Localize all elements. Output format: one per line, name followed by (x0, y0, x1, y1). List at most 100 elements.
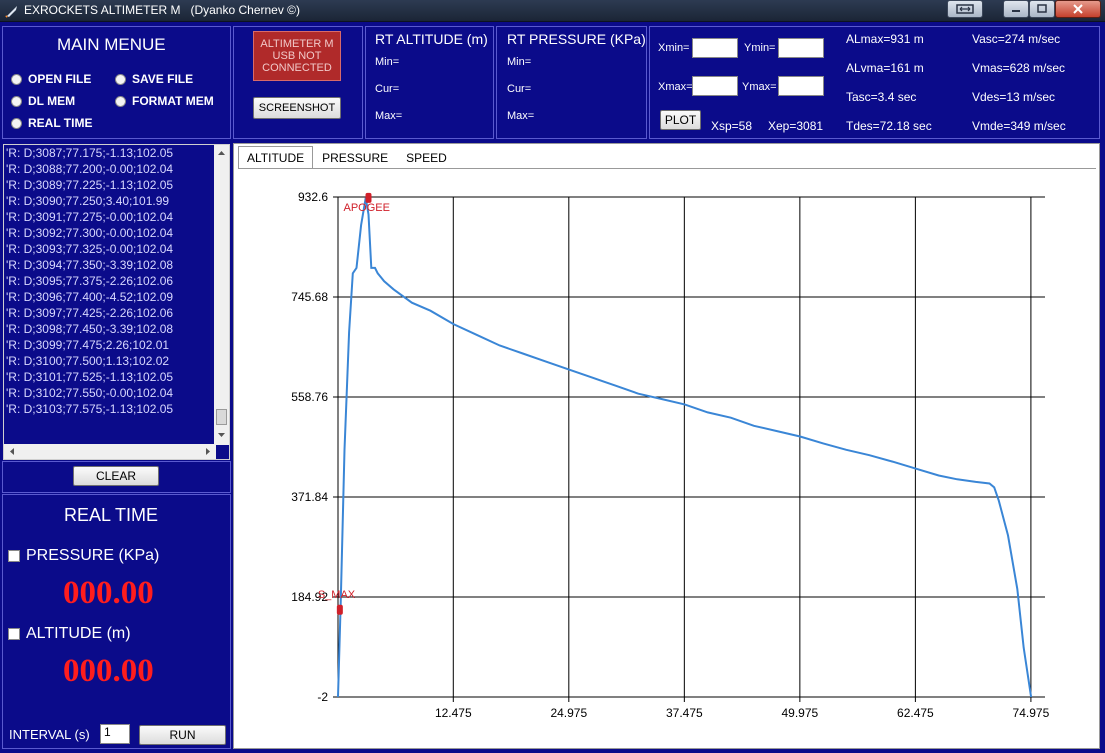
rt-altitude-min: Min= (375, 56, 400, 68)
tdes-value: Tdes=72.18 sec (846, 119, 932, 133)
save-file-radio[interactable]: SAVE FILE (115, 72, 193, 86)
log-line: 'R: D;3097;77.425;-2.26;102.06 (6, 306, 174, 320)
resize-button[interactable] (947, 0, 983, 18)
plot-button[interactable]: PLOT (660, 110, 701, 130)
y-tick-label: 932.6 (298, 190, 328, 204)
format-mem-radio[interactable]: FORMAT MEM (115, 94, 214, 108)
open-file-radio[interactable]: OPEN FILE (11, 72, 91, 86)
altitude-value: 000.00 (63, 653, 154, 689)
altitude-label: ALTITUDE (m) (26, 625, 131, 642)
log-vertical-scrollbar[interactable] (214, 145, 229, 445)
xmin-input[interactable] (692, 38, 738, 58)
scroll-down-icon (218, 433, 225, 437)
clear-panel: CLEAR (2, 461, 231, 493)
rt-pressure-title: RT PRESSURE (KPa) (507, 31, 646, 47)
xmax-label: Xmax= (658, 81, 693, 93)
run-button[interactable]: RUN (139, 725, 226, 745)
rt-pressure-max: Max= (507, 110, 535, 122)
screenshot-button[interactable]: SCREENSHOT (253, 97, 341, 119)
plot-controls-panel: Xmin= Ymin= Xmax= Ymax= PLOT Xsp=58 Xep=… (649, 26, 1100, 139)
vasc-value: Vasc=274 m/sec (972, 32, 1061, 46)
ymax-label: Ymax= (742, 81, 777, 93)
log-horizontal-scrollbar[interactable] (4, 444, 216, 459)
title-bar: EXROCKETS ALTIMETER M (Dyanko Chernev ©) (0, 0, 1105, 22)
x-tick-label: 49.975 (782, 706, 819, 720)
rt-altitude-max: Max= (375, 110, 403, 122)
rt-altitude-panel: RT ALTITUDE (m) Min= Cur= Max= (365, 26, 494, 139)
vmde-value: Vmde=349 m/sec (972, 119, 1066, 133)
log-list[interactable]: 'R: D;3087;77.175;-1.13;102.05 'R: D;3088… (3, 144, 230, 460)
maximize-button[interactable] (1029, 0, 1055, 18)
rocket-icon (5, 6, 17, 18)
log-line: 'R: D;3099;77.475;2.26;102.01 (6, 338, 170, 352)
real-time-title: REAL TIME (64, 505, 159, 525)
main-menu-title: MAIN MENUE (57, 35, 166, 54)
main-menu-panel: MAIN MENUE OPEN FILE SAVE FILE DL MEM FO… (2, 26, 231, 139)
x-tick-label: 12.475 (435, 706, 472, 720)
y-tick-label: 745.68 (291, 290, 328, 304)
rt-altitude-title: RT ALTITUDE (m) (375, 31, 488, 47)
scroll-right-icon (206, 448, 210, 455)
alvma-value: ALvma=161 m (846, 61, 924, 75)
real-time-radio[interactable]: REAL TIME (11, 116, 92, 130)
log-line: 'R: D;3093;77.325;-0.00;102.04 (6, 242, 174, 256)
window-title: EXROCKETS ALTIMETER M (Dyanko Chernev ©) (24, 3, 301, 17)
xmax-input[interactable] (692, 76, 738, 96)
save-file-label: SAVE FILE (132, 72, 194, 86)
rt-altitude-cur: Cur= (375, 83, 400, 95)
radio-dot (11, 117, 22, 129)
log-line: 'R: D;3094;77.350;-3.39;102.08 (6, 258, 174, 272)
y-tick-label: 558.76 (291, 390, 328, 404)
rt-pressure-panel: RT PRESSURE (KPa) Min= Cur= Max= (496, 26, 647, 139)
log-line: 'R: D;3089;77.225;-1.13;102.05 (6, 178, 174, 192)
real-time-panel: REAL TIME PRESSURE (KPa) 000.00 ALTITUDE… (2, 494, 231, 749)
connection-panel: ALTIMETER M USB NOT CONNECTED SCREENSHOT (233, 26, 363, 139)
log-line: 'R: D;3088;77.200;-0.00;102.04 (6, 162, 174, 176)
almax-value: ALmax=931 m (846, 32, 924, 46)
minimize-button[interactable] (1003, 0, 1029, 18)
scroll-left-icon (10, 448, 14, 455)
annotation-label: S_MAX (318, 589, 356, 601)
x-tick-label: 24.975 (550, 706, 587, 720)
log-line: 'R: D;3098;77.450;-3.39;102.08 (6, 322, 174, 336)
pressure-checkbox[interactable] (8, 550, 20, 562)
ymax-input[interactable] (778, 76, 824, 96)
x-tick-label: 62.475 (897, 706, 934, 720)
xmin-label: Xmin= (658, 42, 690, 54)
interval-input[interactable]: 1 (100, 724, 130, 744)
maximize-icon (1037, 4, 1047, 13)
y-tick-label: -2 (317, 690, 328, 704)
log-line: 'R: D;3090;77.250;3.40;101.99 (6, 194, 170, 208)
format-mem-label: FORMAT MEM (132, 94, 214, 108)
ymin-label: Ymin= (744, 42, 776, 54)
log-line: 'R: D;3103;77.575;-1.13;102.05 (6, 402, 174, 416)
connection-status: ALTIMETER M USB NOT CONNECTED (253, 31, 341, 81)
open-file-label: OPEN FILE (28, 72, 92, 86)
tasc-value: Tasc=3.4 sec (846, 90, 917, 104)
pressure-label: PRESSURE (KPa) (26, 547, 160, 564)
dl-mem-label: DL MEM (28, 94, 76, 108)
radio-dot (11, 73, 22, 85)
rt-pressure-cur: Cur= (507, 83, 532, 95)
altitude-checkbox[interactable] (8, 628, 20, 640)
rt-pressure-min: Min= (507, 56, 532, 68)
x-tick-label: 74.975 (1013, 706, 1050, 720)
ymin-input[interactable] (778, 38, 824, 58)
clear-button[interactable]: CLEAR (73, 466, 159, 486)
annotation-marker (336, 604, 343, 615)
radio-dot (115, 95, 126, 107)
chart-panel: ALTITUDE PRESSURE SPEED -2 184.92 371.84 55… (233, 143, 1100, 749)
annotation-label: APOGEE (343, 202, 389, 214)
xsp-value: Xsp=58 (711, 119, 753, 133)
scroll-thumb[interactable] (216, 409, 227, 425)
log-line: 'R: D;3095;77.375;-2.26;102.06 (6, 274, 174, 288)
y-tick-label: 371.84 (291, 490, 328, 504)
minimize-icon (1012, 10, 1020, 12)
log-line: 'R: D;3102;77.550;-0.00;102.04 (6, 386, 174, 400)
log-line: 'R: D;3092;77.300;-0.00;102.04 (6, 226, 174, 240)
vmas-value: Vmas=628 m/sec (972, 61, 1066, 75)
interval-label: INTERVAL (s) (9, 727, 90, 742)
dl-mem-radio[interactable]: DL MEM (11, 94, 75, 108)
close-button[interactable] (1055, 0, 1101, 18)
x-tick-label: 37.475 (666, 706, 703, 720)
